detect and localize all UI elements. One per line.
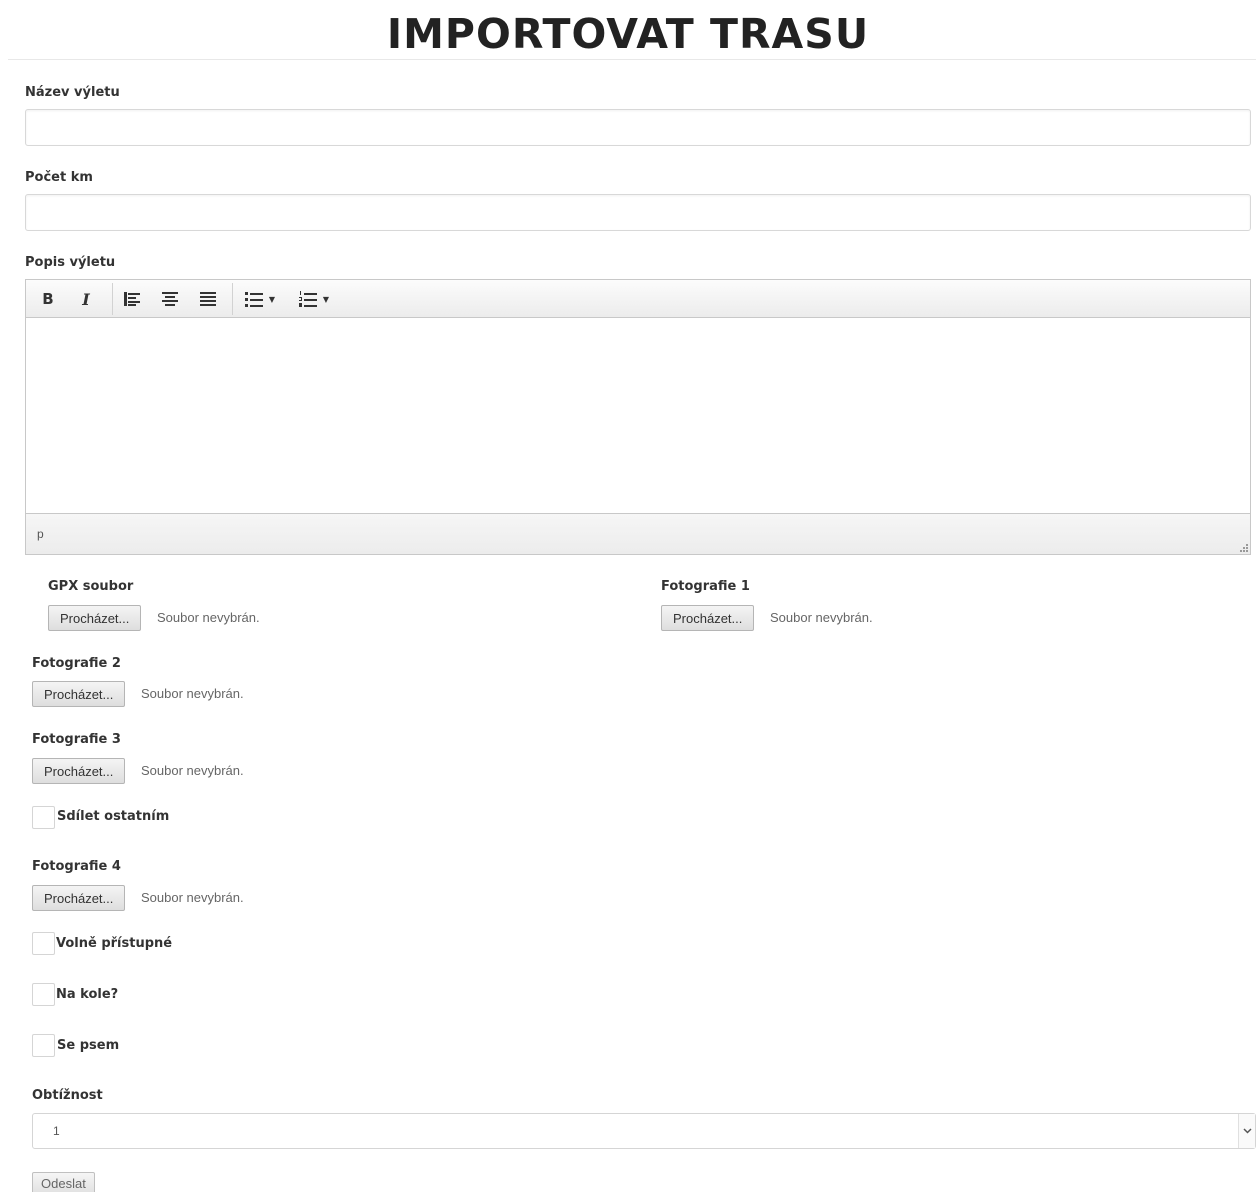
trip-name-label: Název výletu (25, 85, 120, 100)
photo3-file-status: Soubor nevybrán. (141, 763, 244, 778)
share-checkbox[interactable] (32, 806, 55, 829)
difficulty-label: Obtížnost (32, 1088, 103, 1103)
photo3-label: Fotografie 3 (32, 732, 121, 747)
align-center-icon (162, 292, 178, 306)
difficulty-value: 1 (53, 1124, 60, 1138)
description-label: Popis výletu (25, 255, 116, 270)
italic-button[interactable]: I (67, 284, 105, 314)
bullet-list-icon (244, 292, 263, 307)
editor-content-area[interactable] (26, 318, 1250, 513)
align-left-button[interactable] (113, 284, 151, 314)
photo4-browse-button[interactable]: Procházet... (32, 885, 126, 911)
list-group: ▼ ▼ (232, 283, 341, 315)
photo4-file-status: Soubor nevybrán. (141, 890, 244, 905)
editor-toolbar: B I ▼ ▼ (26, 280, 1250, 318)
gpx-file-status: Soubor nevybrán. (157, 610, 260, 625)
photo2-label: Fotografie 2 (32, 656, 121, 671)
gpx-file-label: GPX soubor (48, 579, 134, 594)
align-center-button[interactable] (151, 284, 189, 314)
photo1-file-status: Soubor nevybrán. (770, 610, 873, 625)
dog-checkbox[interactable] (32, 1034, 55, 1057)
title-divider (8, 59, 1256, 60)
trip-name-input[interactable] (25, 109, 1251, 146)
format-group: B I (29, 283, 105, 315)
align-justify-icon (200, 292, 216, 306)
align-justify-button[interactable] (189, 284, 227, 314)
chevron-down-icon: ▼ (268, 294, 276, 304)
bike-checkbox[interactable] (32, 983, 55, 1006)
photo3-browse-button[interactable]: Procházet... (32, 758, 126, 784)
numbered-list-button[interactable]: ▼ (287, 284, 341, 314)
difficulty-select[interactable]: 1 (32, 1113, 1256, 1149)
numbered-list-icon (298, 291, 317, 307)
chevron-down-icon: ▼ (322, 294, 330, 304)
bike-label[interactable]: Na kole? (56, 987, 118, 1002)
share-label[interactable]: Sdílet ostatním (57, 809, 169, 824)
bold-button[interactable]: B (29, 284, 67, 314)
bullet-list-button[interactable]: ▼ (233, 284, 287, 314)
public-label[interactable]: Volně přístupné (56, 936, 172, 951)
distance-input[interactable] (25, 194, 1251, 231)
gpx-browse-button[interactable]: Procházet... (48, 605, 142, 631)
photo1-browse-button[interactable]: Procházet... (661, 605, 755, 631)
dog-label[interactable]: Se psem (57, 1038, 119, 1053)
page-title: IMPORTOVAT TRASU (386, 10, 870, 58)
align-left-icon (124, 292, 140, 306)
select-arrow[interactable] (1238, 1114, 1255, 1148)
chevron-down-icon (1242, 1128, 1252, 1134)
editor-statusbar: p (26, 513, 1250, 554)
resize-handle-icon[interactable] (1240, 544, 1248, 552)
public-checkbox[interactable] (32, 932, 55, 955)
description-editor: B I ▼ ▼ p (25, 279, 1251, 555)
photo1-label: Fotografie 1 (661, 579, 750, 594)
align-group (112, 283, 227, 315)
photo4-label: Fotografie 4 (32, 859, 121, 874)
distance-label: Počet km (25, 170, 93, 185)
photo2-browse-button[interactable]: Procházet... (32, 681, 126, 707)
element-path[interactable]: p (37, 527, 44, 541)
photo2-file-status: Soubor nevybrán. (141, 686, 244, 701)
submit-button[interactable]: Odeslat (32, 1172, 95, 1192)
